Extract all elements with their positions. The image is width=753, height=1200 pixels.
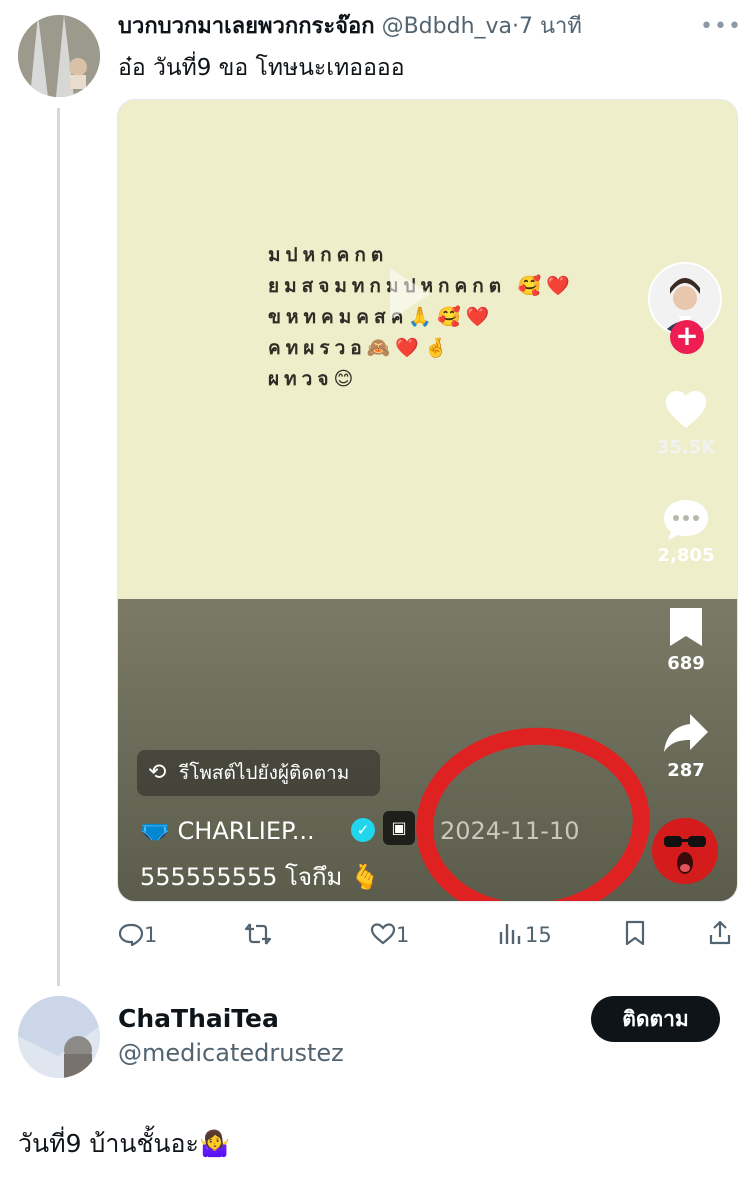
header-separator: ·: [512, 14, 520, 39]
like-heart-icon: [370, 923, 396, 945]
tweet-media-screenshot[interactable]: มปหกคกต ยมสจมทกมปหกคกต 🥰❤️ ขหทคมคสค🙏🥰❤️ …: [117, 99, 738, 902]
comments-count: 2,805: [657, 545, 715, 566]
tweet-header: บวกบวกมาเลยพวกกระจ๊อก @Bdbdh_va·7 นาที: [118, 12, 582, 42]
video-caption: 555555555 โจกึม 🫰: [140, 863, 380, 891]
follow-plus-icon[interactable]: +: [670, 320, 704, 354]
like-count: 1: [396, 923, 410, 947]
tweet-author-handle[interactable]: @Bdbdh_va: [382, 14, 512, 39]
tweet-author-name[interactable]: บวกบวกมาเลยพวกกระจ๊อก: [118, 14, 375, 39]
repost-icon: ⟲: [148, 760, 167, 785]
retweet-icon: [244, 923, 272, 945]
views-action[interactable]: 15: [498, 920, 552, 950]
tweet-text: อ๋อ วันที่9 ขอ โทษนะเทออออ: [118, 55, 405, 81]
verified-badge-icon: ✓: [351, 818, 375, 842]
follow-button[interactable]: ติดตาม: [591, 996, 720, 1042]
reply-author-avatar[interactable]: [18, 996, 100, 1078]
views-chart-icon: [499, 924, 521, 944]
bookmark-icon: [625, 920, 645, 946]
like-action[interactable]: 1: [370, 920, 409, 950]
shares-count: 287: [667, 760, 705, 781]
bookmark-save-icon[interactable]: [668, 606, 704, 648]
reply-action[interactable]: 1: [118, 920, 157, 950]
heart-icon[interactable]: [664, 390, 708, 430]
repost-action[interactable]: [244, 920, 272, 950]
tweet-author-avatar[interactable]: [18, 15, 100, 97]
reply-author-name[interactable]: ChaThaiTea: [118, 1002, 279, 1036]
share-arrow-icon[interactable]: [662, 712, 710, 754]
play-icon[interactable]: [390, 268, 430, 320]
reply-bubble-icon: [118, 923, 144, 947]
more-options-icon[interactable]: •••: [700, 12, 742, 42]
shocked-emoji-sticker: [652, 818, 718, 884]
likes-count: 35.5K: [656, 437, 716, 458]
repost-chip-label: รีโพสต์ไปยังผู้ติดตาม: [179, 762, 350, 784]
video-author-name[interactable]: 🩲 CHARLIEP...: [140, 812, 315, 850]
comment-icon[interactable]: [662, 498, 710, 542]
saves-count: 689: [667, 653, 705, 674]
reply-text: วันที่9 บ้านชั้นอะ🤷‍♀️: [18, 1129, 231, 1158]
photo-mode-icon: ▣: [383, 811, 415, 845]
share-action[interactable]: [708, 920, 732, 950]
share-upload-icon: [709, 920, 731, 945]
views-count: 15: [525, 923, 552, 947]
bookmark-action[interactable]: [624, 920, 646, 950]
repost-to-followers-chip[interactable]: ⟲ รีโพสต์ไปยังผู้ติดตาม: [137, 750, 380, 796]
reply-count: 1: [144, 923, 158, 947]
thread-connector-line: [57, 108, 60, 986]
reply-author-handle[interactable]: @medicatedrustez: [118, 1036, 344, 1070]
tweet-timestamp[interactable]: 7 นาที: [519, 14, 582, 39]
